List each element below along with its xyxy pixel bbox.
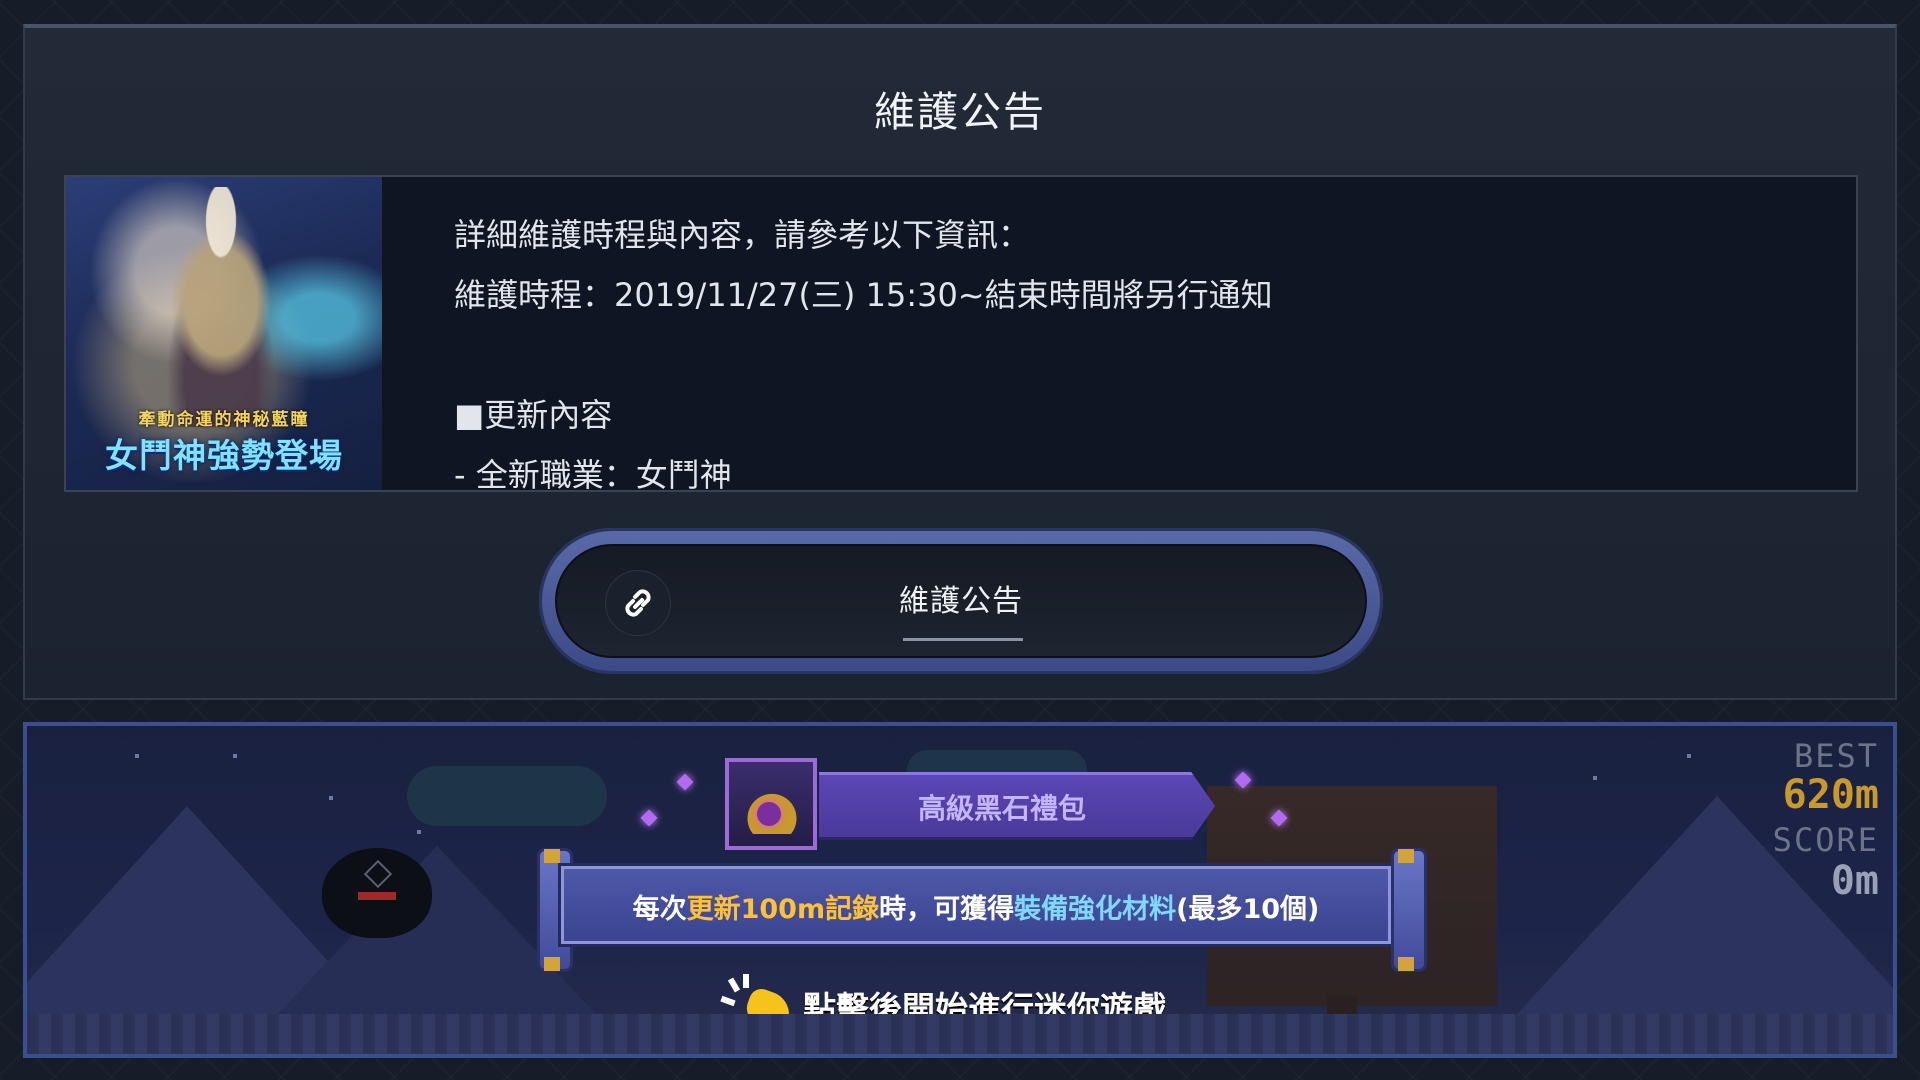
banner-subtitle: 牽動命運的神秘藍瞳	[138, 410, 310, 430]
item-name: 高級黑石禮包	[917, 792, 1086, 825]
reward-text-part: 每次	[632, 894, 687, 925]
minigame-panel[interactable]: 高級黑石禮包 每次更新100m記錄時，可獲得裝備強化材料(最多10個) 點擊後開…	[23, 722, 1897, 1058]
ground-strip	[27, 1014, 1893, 1054]
sparkle-icon	[676, 773, 694, 791]
event-banner-image: 牽動命運的神秘藍瞳 女鬥神強勢登場	[66, 177, 382, 490]
scroll-cap	[544, 849, 560, 863]
gem-shape	[757, 802, 781, 826]
reward-highlight-material: 裝備強化材料	[1014, 894, 1177, 925]
ghost-eyes	[358, 892, 396, 900]
notice-line: ■更新內容	[454, 396, 613, 434]
maintenance-notice-panel: 維護公告 牽動命運的神秘藍瞳 女鬥神強勢登場 詳細維護時程與內容，請參考以下資訊…	[23, 24, 1897, 700]
character-art	[136, 187, 306, 427]
notice-line: 詳細維護時程與內容，請參考以下資訊：	[454, 216, 1031, 254]
notice-line: - 全新職業：女鬥神	[454, 456, 732, 490]
cloud-decoration	[407, 766, 607, 826]
tap-spark	[720, 995, 736, 1007]
ghost-mark	[363, 859, 393, 889]
notice-content-box[interactable]: 牽動命運的神秘藍瞳 女鬥神強勢登場 詳細維護時程與內容，請參考以下資訊： 維護時…	[64, 175, 1858, 492]
reward-description: 每次更新100m記錄時，可獲得裝備強化材料(最多10個)	[564, 887, 1388, 926]
score-label: SCORE	[1772, 821, 1879, 859]
gift-bag-icon	[725, 758, 817, 850]
scroll-cap	[1398, 957, 1414, 971]
maintenance-notice-link-button[interactable]: 維護公告	[539, 528, 1383, 674]
sparkle-icon	[640, 809, 658, 827]
star-decoration	[1687, 754, 1691, 758]
reward-text-part: 時，可獲得	[879, 894, 1015, 925]
star-decoration	[233, 754, 237, 758]
scroll-cap	[544, 957, 560, 971]
notice-line: 維護時程：2019/11/27(三) 15:30~結束時間將另行通知	[454, 276, 1273, 314]
reward-text-part: (最多10個)	[1176, 894, 1320, 925]
item-name-bar: 高級黑石禮包	[819, 772, 1215, 840]
score-display: BEST 620m SCORE 0m	[1773, 738, 1879, 902]
tap-spark	[743, 974, 749, 988]
star-decoration	[329, 796, 333, 800]
best-label: BEST	[1793, 737, 1879, 775]
ghost-character	[322, 848, 432, 938]
star-decoration	[417, 830, 421, 834]
scroll-cap	[1398, 849, 1414, 863]
notice-title: 維護公告	[874, 88, 1046, 136]
scroll-end-right	[1391, 848, 1427, 972]
notice-body-text[interactable]: 詳細維護時程與內容，請參考以下資訊： 維護時程：2019/11/27(三) 15…	[454, 205, 1836, 490]
star-decoration	[1593, 776, 1597, 780]
notice-line	[454, 325, 1836, 385]
banner-title: 女鬥神強勢登場	[105, 436, 343, 475]
score-value: 0m	[1830, 858, 1879, 904]
star-decoration	[135, 754, 139, 758]
link-button-label: 維護公告	[899, 584, 1023, 619]
tap-spark	[727, 977, 741, 993]
link-underline	[903, 638, 1023, 641]
reward-scroll-banner: 每次更新100m記錄時，可獲得裝備強化材料(最多10個)	[561, 866, 1391, 944]
best-value: 620m	[1782, 772, 1879, 818]
link-button-inner: 維護公告	[555, 544, 1367, 658]
reward-highlight-record: 更新100m記錄	[686, 894, 880, 925]
